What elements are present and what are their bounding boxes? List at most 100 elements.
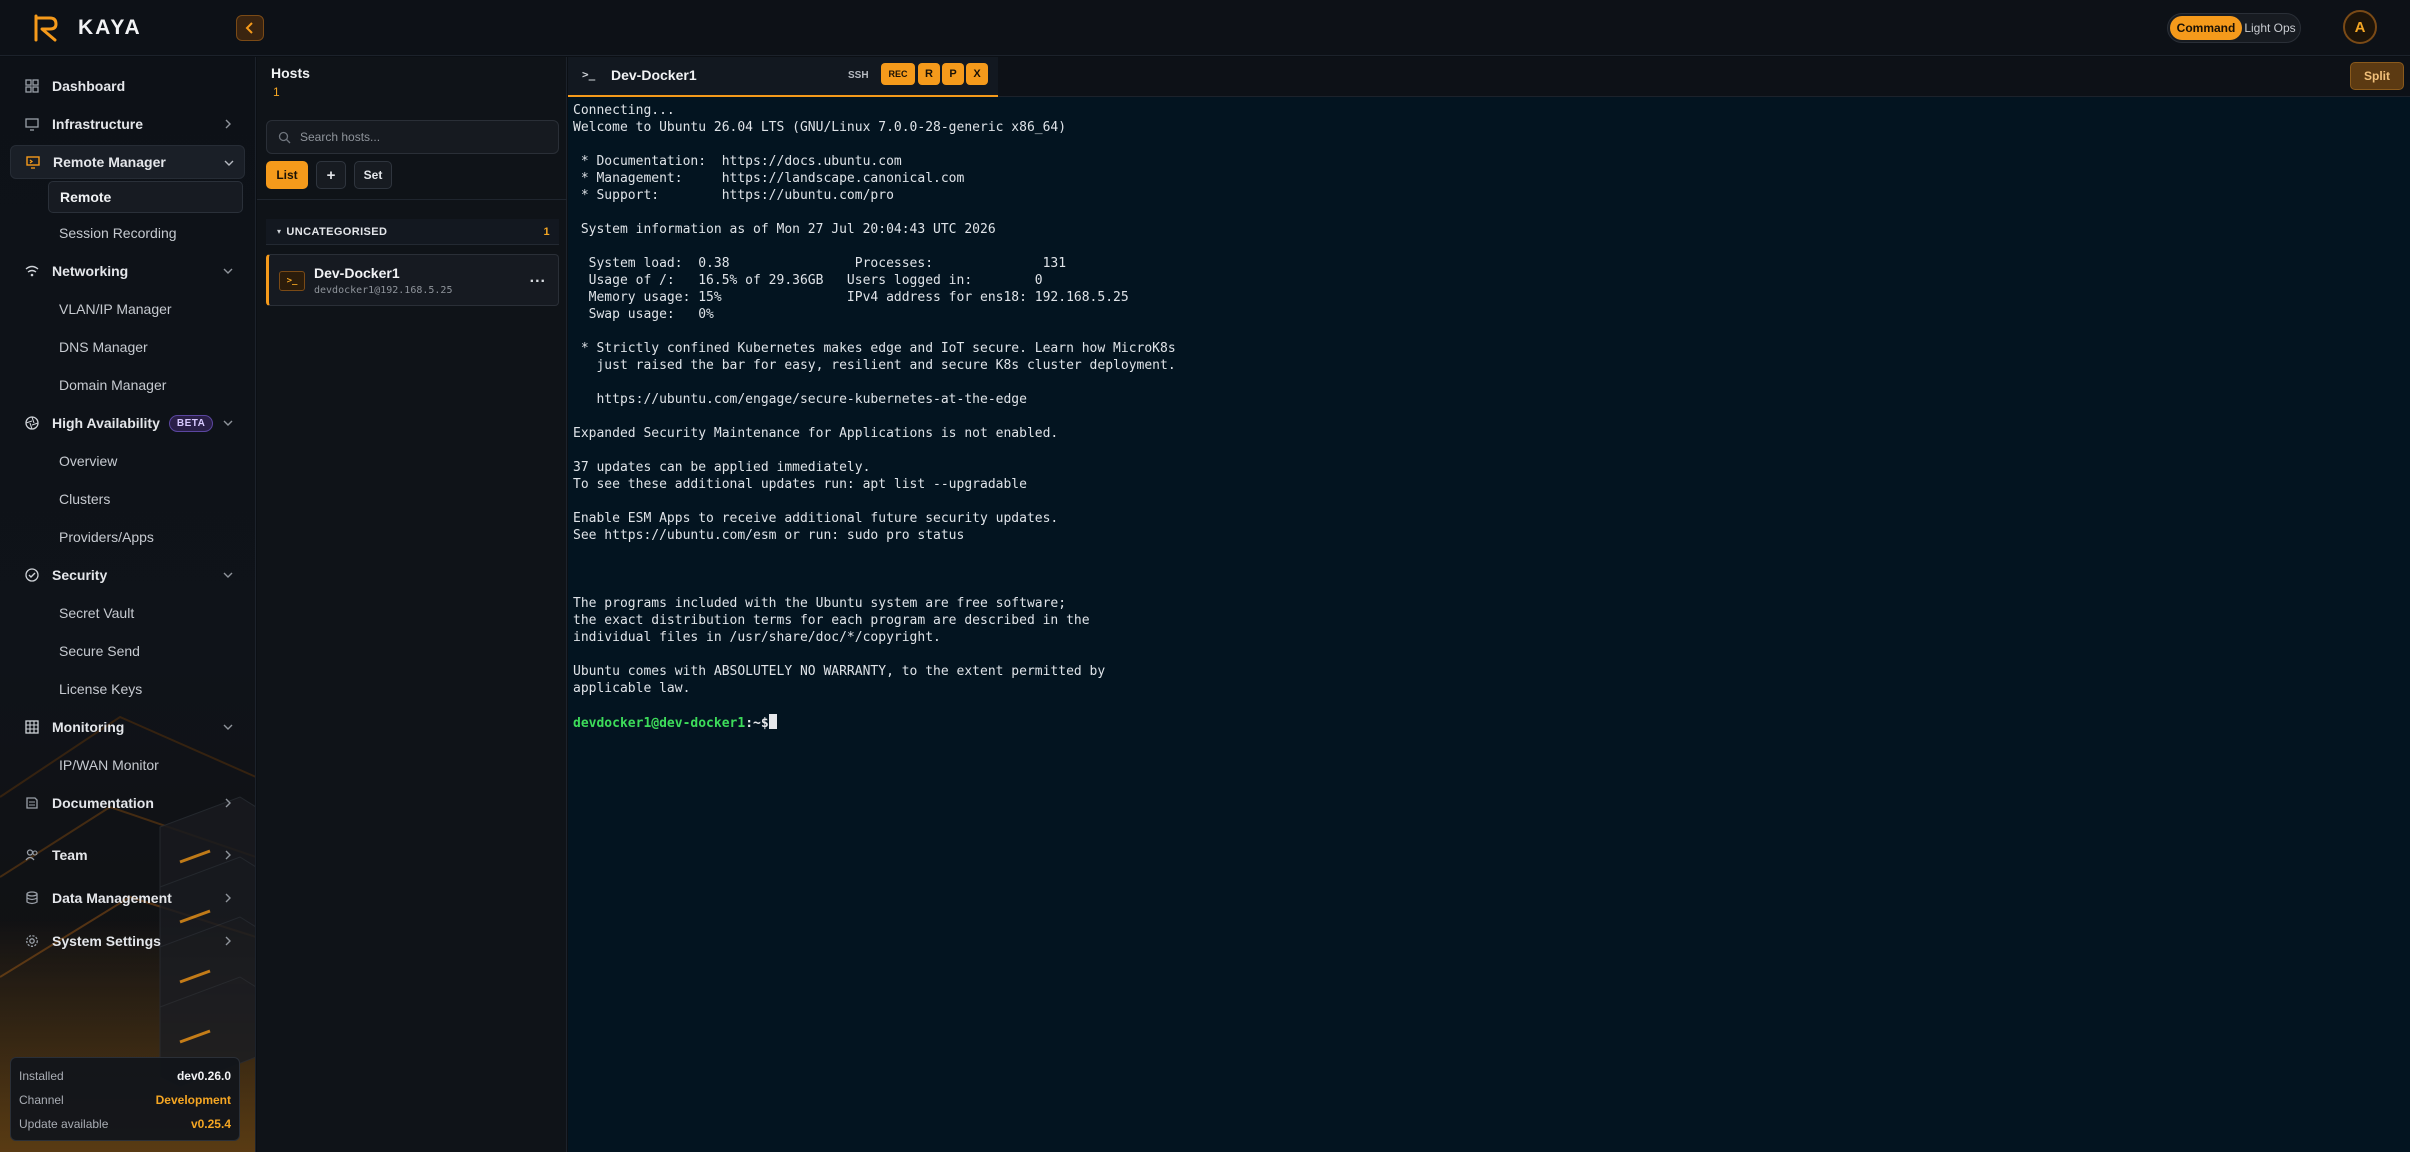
terminal-line: https://ubuntu.com/engage/secure-kuberne… [573, 392, 1027, 407]
aperture-icon [25, 416, 39, 430]
sidebar-item-label: Security [52, 567, 108, 583]
terminal-prompt[interactable]: devdocker1@dev-docker1:~$ [573, 714, 2403, 731]
host-address: devdocker1@192.168.5.25 [314, 285, 453, 296]
settings-button[interactable]: Set [354, 161, 392, 189]
sidebar-item-label: Monitoring [52, 719, 125, 735]
split-button[interactable]: Split [2350, 62, 2404, 90]
brand[interactable]: KAYA [0, 0, 256, 56]
sidebar-item-high-availability[interactable]: High Availability BETA [0, 404, 255, 442]
terminal-line: To see these additional updates run: apt… [573, 477, 1027, 492]
monitor-icon [25, 117, 39, 131]
sidebar-item-label: Data Management [52, 890, 172, 906]
sidebar-item-domain-manager[interactable]: Domain Manager [0, 366, 255, 404]
wifi-icon [25, 264, 39, 278]
terminal-line: Usage of /: 16.5% of 29.36GB Users logge… [573, 273, 1043, 288]
list-view-button[interactable]: List [266, 161, 308, 189]
sidebar-item-secret-vault[interactable]: Secret Vault [0, 594, 255, 632]
update-row[interactable]: Update available v0.25.4 [19, 1112, 231, 1136]
sidebar-nav: Dashboard Infrastructure Remote Manager … [0, 57, 255, 960]
dashboard-icon [25, 79, 39, 93]
terminal-line: * Documentation: https://docs.ubuntu.com [573, 154, 902, 169]
sidebar-item-license-keys[interactable]: License Keys [0, 670, 255, 708]
host-group-header[interactable]: ▾ UNCATEGORISED 1 [266, 219, 559, 245]
terminal-line: individual files in /usr/share/doc/*/cop… [573, 630, 941, 645]
divider [257, 199, 567, 200]
terminal-line: * Management: https://landscape.canonica… [573, 171, 965, 186]
sidebar-item-infrastructure[interactable]: Infrastructure [0, 105, 255, 143]
collapse-sidebar-button[interactable] [236, 15, 264, 41]
nav-separator [0, 822, 255, 836]
channel-value: Development [155, 1093, 231, 1107]
sidebar-item-vlan-ip-manager[interactable]: VLAN/IP Manager [0, 290, 255, 328]
host-item[interactable]: >_ Dev-Docker1 devdocker1@192.168.5.25 .… [266, 254, 559, 306]
chevron-right-icon [225, 893, 231, 903]
chevron-right-icon [225, 119, 231, 129]
terminal-line: Ubuntu comes with ABSOLUTELY NO WARRANTY… [573, 664, 1106, 679]
version-info: Installed dev0.26.0 Channel Development … [10, 1057, 240, 1141]
sidebar-item-overview[interactable]: Overview [0, 442, 255, 480]
search-input[interactable] [300, 130, 540, 144]
terminal-prompt-icon: >_ [582, 68, 596, 81]
sidebar-item-label: System Settings [52, 933, 161, 949]
sidebar-item-networking[interactable]: Networking [0, 252, 255, 290]
sidebar-item-providers-apps[interactable]: Providers/Apps [0, 518, 255, 556]
chevron-down-icon [223, 724, 233, 730]
sidebar-item-remote[interactable]: Remote [48, 181, 243, 213]
installed-row: Installed dev0.26.0 [19, 1064, 231, 1088]
kaya-logo-icon [34, 14, 58, 41]
chevron-down-icon [223, 268, 233, 274]
brand-name: KAYA [78, 15, 142, 39]
sidebar-item-remote-manager[interactable]: Remote Manager [10, 145, 245, 179]
sidebar-item-label: Dashboard [52, 78, 126, 94]
sidebar-item-security[interactable]: Security [0, 556, 255, 594]
terminal-line: System information as of Mon 27 Jul 20:0… [573, 222, 996, 237]
sidebar-item-session-recording[interactable]: Session Recording [0, 214, 255, 252]
update-value[interactable]: v0.25.4 [191, 1117, 231, 1131]
protocol-label: SSH [848, 70, 869, 81]
more-options-icon[interactable]: ... [530, 270, 546, 286]
terminal-cursor [768, 714, 777, 729]
chevron-left-icon [245, 22, 253, 34]
sidebar-item-dashboard[interactable]: Dashboard [0, 67, 255, 105]
record-button[interactable]: REC [881, 63, 915, 85]
reconnect-button[interactable]: R [918, 63, 940, 85]
add-host-button[interactable]: + [316, 161, 346, 189]
terminal-line: * Strictly confined Kubernetes makes edg… [573, 341, 1176, 356]
mode-command-button[interactable]: Command [2170, 16, 2242, 40]
installed-label: Installed [19, 1069, 64, 1083]
sidebar-item-data-management[interactable]: Data Management [0, 879, 255, 917]
shield-check-icon [25, 568, 39, 582]
user-avatar[interactable]: A [2343, 10, 2377, 44]
terminal-icon: >_ [279, 271, 305, 291]
chevron-right-icon [225, 850, 231, 860]
mode-toggle: Command Light Ops [2167, 13, 2301, 43]
sidebar-item-monitoring[interactable]: Monitoring [0, 708, 255, 746]
sidebar-item-ip-wan-monitor[interactable]: IP/WAN Monitor [0, 746, 255, 784]
sidebar-item-clusters[interactable]: Clusters [0, 480, 255, 518]
search-icon [278, 131, 291, 144]
pause-button[interactable]: P [942, 63, 964, 85]
mode-light-ops-button[interactable]: Light Ops [2242, 16, 2298, 40]
sidebar-item-secure-send[interactable]: Secure Send [0, 632, 255, 670]
sidebar-item-label: Documentation [52, 795, 154, 811]
sidebar-item-system-settings[interactable]: System Settings [0, 922, 255, 960]
terminal-line: Welcome to Ubuntu 26.04 LTS (GNU/Linux 7… [573, 120, 1067, 135]
sidebar-item-team[interactable]: Team [0, 836, 255, 874]
hosts-panel: Hosts 1 List + Set ▾ UNCATEGORISED 1 >_ … [257, 57, 567, 1152]
prompt-user: devdocker1@dev-docker1 [573, 716, 746, 731]
terminal-output[interactable]: Connecting... Welcome to Ubuntu 26.04 LTS… [573, 102, 2403, 1147]
close-tab-button[interactable]: X [966, 63, 988, 85]
terminal-line: applicable law. [573, 681, 691, 696]
terminal-tab[interactable]: >_ Dev-Docker1 SSH REC R P X [568, 57, 998, 97]
sidebar-item-dns-manager[interactable]: DNS Manager [0, 328, 255, 366]
sidebar-item-documentation[interactable]: Documentation [0, 784, 255, 822]
terminal-line: The programs included with the Ubuntu sy… [573, 596, 1067, 611]
